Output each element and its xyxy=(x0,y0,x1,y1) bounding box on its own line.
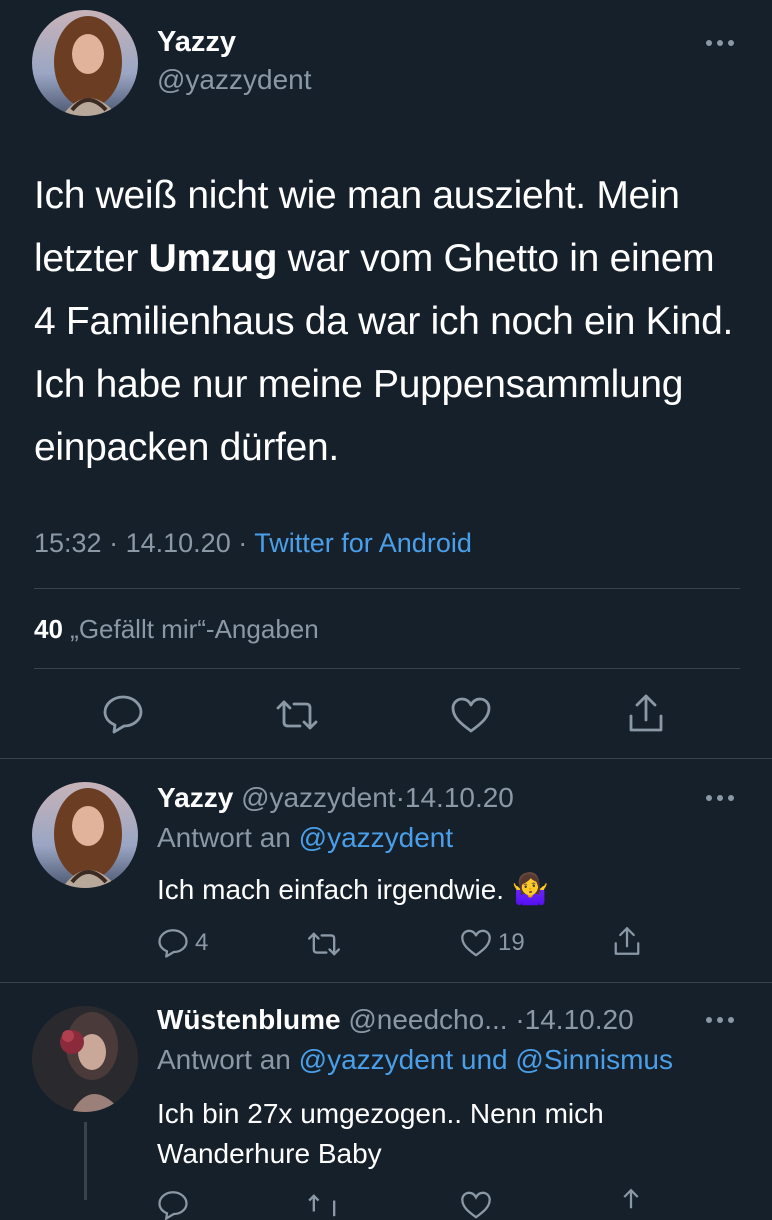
reply-to-line: Antwort an @yazzydent und @Sinnismus xyxy=(157,1044,673,1076)
like-icon xyxy=(461,929,491,957)
reply-icon xyxy=(158,929,188,958)
author-name[interactable]: Yazzy xyxy=(157,26,236,59)
likes-stats[interactable]: 40 „Gefällt mir“-Angaben xyxy=(34,614,319,645)
likes-label: „Gefällt mir“-Angaben xyxy=(70,614,319,644)
meta-separator: · xyxy=(109,528,119,558)
reply-header: Yazzy @yazzydent·14.10.20 xyxy=(157,782,514,814)
reply-action[interactable]: 4 xyxy=(157,928,208,958)
author-handle[interactable]: @yazzydent xyxy=(157,64,312,96)
reply-header: Wüstenblume @needcho... ·14.10.20 xyxy=(157,1004,634,1036)
tweet-source-link[interactable]: Twitter for Android xyxy=(254,528,472,558)
reply-to-prefix: Antwort an xyxy=(157,822,291,853)
share-action[interactable] xyxy=(612,924,642,958)
reply-text-body: Ich mach einfach irgendwie. xyxy=(157,874,505,905)
more-options-icon[interactable] xyxy=(706,1017,734,1023)
meta-separator: · xyxy=(238,528,248,558)
reply-date[interactable]: 14.10.20 xyxy=(525,1004,634,1035)
thread-line xyxy=(84,1122,87,1200)
author-name[interactable]: Yazzy xyxy=(157,782,233,813)
avatar[interactable] xyxy=(32,1006,138,1112)
divider xyxy=(0,758,772,759)
like-action[interactable]: 19 xyxy=(460,928,525,958)
tweet-date[interactable]: 14.10.20 xyxy=(126,528,231,558)
divider xyxy=(0,982,772,983)
reply-icon[interactable] xyxy=(157,1190,189,1220)
more-options-icon[interactable] xyxy=(706,40,734,46)
divider xyxy=(34,588,740,589)
reply-to-mention[interactable]: @yazzydent und @Sinnismus xyxy=(299,1044,673,1075)
meta-separator: · xyxy=(515,1004,525,1035)
retweet-icon[interactable] xyxy=(306,1192,342,1220)
avatar[interactable] xyxy=(32,10,138,116)
like-icon[interactable] xyxy=(450,696,492,734)
tweet-text: Ich weiß nicht wie man auszieht. Mein le… xyxy=(34,164,746,479)
reply-icon[interactable] xyxy=(102,694,144,734)
reply-text: Ich bin 27x umgezogen.. Nenn mich Wander… xyxy=(157,1098,604,1169)
likes-count: 40 xyxy=(34,614,63,644)
share-icon xyxy=(614,927,640,955)
reply-to-prefix: Antwort an xyxy=(157,1044,291,1075)
shrug-emoji: 🤷‍♀️ xyxy=(511,873,550,906)
like-count: 19 xyxy=(498,929,525,956)
author-name[interactable]: Wüstenblume xyxy=(157,1004,341,1035)
tweet-meta: 15:32 · 14.10.20 · Twitter for Android xyxy=(34,528,472,559)
retweet-icon xyxy=(307,932,341,956)
reply-date[interactable]: 14.10.20 xyxy=(405,782,514,813)
meta-separator: · xyxy=(395,782,405,813)
retweet-action[interactable] xyxy=(306,930,342,958)
reply-count: 4 xyxy=(195,929,209,956)
avatar[interactable] xyxy=(32,782,138,888)
share-icon[interactable] xyxy=(616,1186,646,1220)
like-icon[interactable] xyxy=(460,1190,492,1220)
more-options-icon[interactable] xyxy=(706,795,734,801)
author-handle[interactable]: @needcho... xyxy=(348,1004,507,1035)
divider xyxy=(34,668,740,669)
tweet-text-bold: Umzug xyxy=(148,237,278,280)
share-icon[interactable] xyxy=(626,692,666,734)
retweet-icon[interactable] xyxy=(274,698,320,732)
author-handle[interactable]: @yazzydent xyxy=(241,782,396,813)
reply-text: Ich mach einfach irgendwie. 🤷‍♀️ xyxy=(157,872,549,907)
tweet-time: 15:32 xyxy=(34,528,102,558)
reply-to-mention[interactable]: @yazzydent xyxy=(299,822,454,853)
reply-to-line: Antwort an @yazzydent xyxy=(157,822,453,854)
